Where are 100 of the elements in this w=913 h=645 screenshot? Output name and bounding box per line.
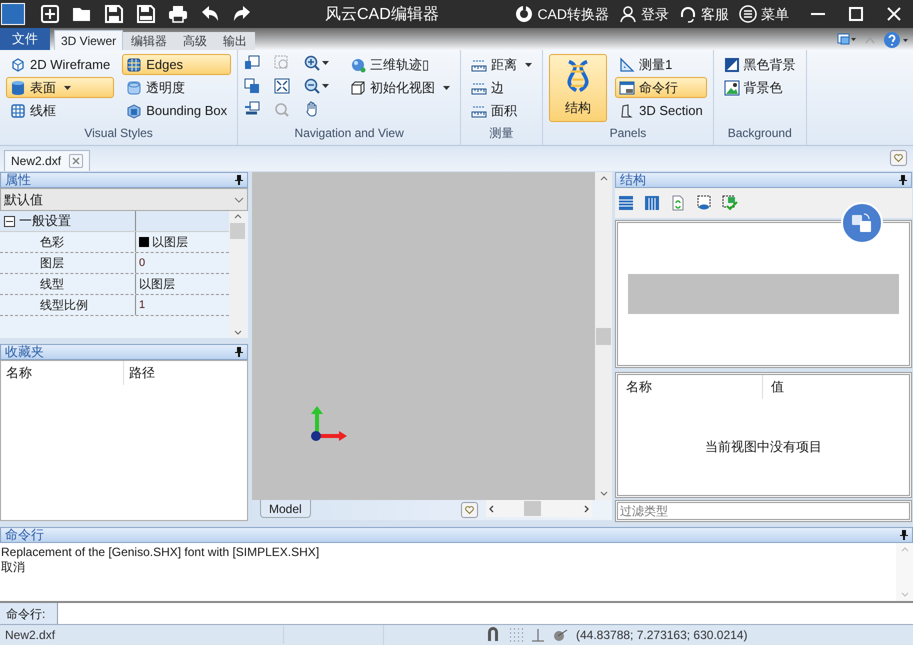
ribbon-button[interactable]: 黑色背景 bbox=[720, 54, 800, 75]
ribbon-button[interactable]: 初始化视图 bbox=[346, 77, 454, 98]
triangle-ruler-icon bbox=[619, 56, 636, 72]
ribbon-button[interactable]: 边 bbox=[467, 77, 536, 98]
add-icon bbox=[40, 4, 60, 24]
swap-view-icon bbox=[244, 78, 260, 94]
ribbon-group-label: Visual Styles bbox=[83, 126, 154, 142]
property-value[interactable]: 1 bbox=[136, 295, 146, 315]
ribbon-button[interactable]: 背景色 bbox=[720, 77, 800, 98]
scroll-thumb[interactable] bbox=[596, 328, 611, 344]
color-swatch bbox=[139, 237, 149, 247]
pin-icon bbox=[235, 347, 243, 357]
window-icon bbox=[619, 80, 636, 96]
property-value[interactable]: 以图层 bbox=[136, 232, 188, 252]
caret-icon bbox=[322, 61, 330, 65]
filled-square-icon bbox=[724, 56, 740, 72]
ribbon-tab[interactable]: 编辑器 bbox=[123, 32, 176, 50]
header-link[interactable]: 客服 bbox=[679, 4, 729, 24]
ribbon-button[interactable]: 命令行 bbox=[615, 77, 707, 98]
log-line: Replacement of the [Geniso.SHX] font with [SIMPLEX.SHX] bbox=[1, 545, 320, 560]
ribbon-button[interactable]: 透明度 bbox=[122, 77, 232, 98]
filter-field[interactable]: 过滤类型 bbox=[615, 500, 912, 522]
ribbon-button[interactable]: 三维轨迹▯ bbox=[346, 54, 454, 75]
property-name: 线型 bbox=[0, 274, 136, 294]
add-button[interactable] bbox=[39, 3, 61, 25]
header-link[interactable]: CAD转换器 bbox=[515, 4, 609, 24]
layout-tab[interactable]: Model bbox=[260, 500, 311, 518]
pdf-button[interactable] bbox=[135, 3, 157, 25]
print-icon bbox=[168, 4, 188, 24]
command-input[interactable] bbox=[57, 603, 913, 624]
ribbon-tab[interactable]: 文件 bbox=[0, 28, 50, 50]
ribbon-button[interactable]: 测量1 bbox=[615, 54, 707, 75]
close-tab-button[interactable] bbox=[69, 154, 84, 168]
panel-title: 结构 bbox=[620, 173, 646, 187]
log-line: 取消 bbox=[1, 560, 26, 575]
favorite-button[interactable] bbox=[461, 502, 478, 518]
wireframe-cube-icon bbox=[10, 56, 26, 72]
zoom-extents-icon bbox=[274, 78, 290, 94]
pin-icon bbox=[900, 530, 908, 540]
property-value[interactable]: 以图层 bbox=[136, 274, 175, 294]
ribbon-button[interactable]: Bounding Box bbox=[122, 100, 232, 121]
ribbon-button[interactable]: 面积 bbox=[467, 100, 536, 121]
column-header[interactable]: 值 bbox=[763, 375, 909, 399]
column-header[interactable]: 名称 bbox=[1, 361, 124, 385]
globe-icon bbox=[350, 56, 366, 72]
user-icon bbox=[619, 5, 637, 23]
print-button[interactable] bbox=[167, 3, 189, 25]
split-columns-icon bbox=[644, 195, 660, 211]
scrollbar[interactable] bbox=[229, 211, 246, 338]
panel-title: 属性 bbox=[5, 173, 31, 187]
column-header[interactable]: 名称 bbox=[618, 375, 763, 399]
scrollbar[interactable] bbox=[896, 543, 913, 601]
preset-dropdown[interactable]: 默认值 bbox=[0, 188, 248, 211]
scrollbar[interactable] bbox=[595, 172, 612, 500]
split-rows-button[interactable] bbox=[617, 194, 635, 212]
collapse-icon bbox=[4, 216, 15, 226]
caret-icon bbox=[322, 84, 330, 88]
ribbon-button[interactable]: Edges bbox=[122, 54, 232, 75]
headset-icon bbox=[679, 5, 697, 23]
pin-icon bbox=[235, 175, 243, 185]
scroll-thumb[interactable] bbox=[230, 223, 245, 239]
ribbon-button[interactable]: 线框 bbox=[6, 100, 114, 121]
view-selection-button[interactable] bbox=[695, 194, 713, 212]
scroll-thumb[interactable] bbox=[524, 501, 541, 516]
ribbon-button[interactable]: 表面 bbox=[6, 77, 114, 98]
ribbon-button[interactable]: 距离 bbox=[467, 54, 536, 75]
select-check-icon bbox=[722, 195, 738, 211]
chevron-up-icon bbox=[600, 176, 608, 181]
collapse-icon bbox=[865, 36, 875, 44]
horizontal-scrollbar[interactable] bbox=[486, 500, 592, 517]
favorite-button[interactable] bbox=[890, 150, 907, 166]
chevron-down-icon bbox=[600, 491, 608, 496]
ribbon-button[interactable]: 2D Wireframe bbox=[6, 54, 114, 75]
panel-title: 收藏夹 bbox=[5, 345, 44, 359]
header-link[interactable]: 登录 bbox=[619, 4, 669, 24]
section-outline-icon bbox=[619, 102, 636, 118]
save-button[interactable] bbox=[103, 3, 125, 25]
ribbon-large-button[interactable]: 结构 bbox=[549, 54, 608, 122]
tab-label: New2.dxf bbox=[11, 153, 62, 170]
ribbon-group-label: Background bbox=[726, 126, 793, 142]
chevron-right-icon bbox=[584, 504, 589, 512]
split-columns-button[interactable] bbox=[643, 194, 661, 212]
dropdown-value: 默认值 bbox=[4, 190, 43, 209]
axis-gizmo-drawing bbox=[308, 404, 348, 444]
rotate-angle-icon bbox=[244, 101, 260, 117]
header-link[interactable]: 菜单 bbox=[739, 4, 789, 24]
ribbon-button[interactable]: 3D Section bbox=[615, 100, 707, 121]
ribbon-group-label: 测量 bbox=[488, 126, 515, 142]
chevron-up-icon bbox=[234, 214, 242, 219]
select-check-button[interactable] bbox=[721, 194, 739, 212]
cube-icon bbox=[126, 56, 142, 72]
chevron-down-icon bbox=[900, 592, 908, 597]
property-value[interactable]: 0 bbox=[136, 253, 146, 273]
ribbon-tab[interactable]: 高级 bbox=[175, 32, 216, 50]
column-header[interactable]: 路径 bbox=[124, 361, 247, 385]
document-tab[interactable]: New2.dxf bbox=[4, 150, 90, 171]
ribbon-tab[interactable]: 3D Viewer bbox=[54, 30, 124, 50]
ribbon-tab[interactable]: 输出 bbox=[215, 32, 256, 50]
window-title: 风云CAD编辑器 bbox=[325, 4, 439, 25]
property-name: 图层 bbox=[0, 253, 136, 273]
